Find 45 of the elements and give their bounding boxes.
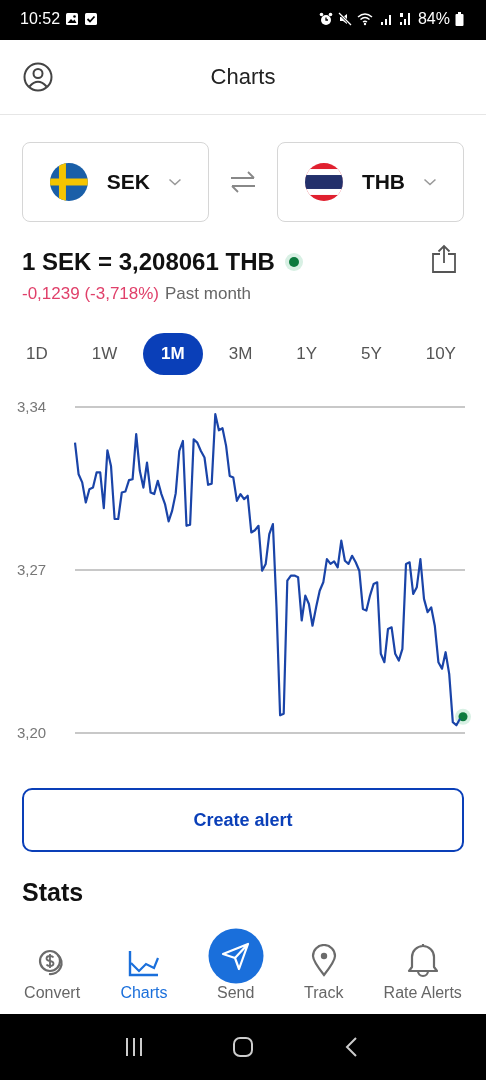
line-chart-icon [126, 948, 161, 978]
range-tab[interactable]: 3M [210, 333, 271, 375]
alarm-icon [318, 12, 333, 26]
signal-icon [398, 12, 413, 26]
range-tab[interactable]: 1Y [278, 333, 336, 375]
share-icon[interactable] [431, 244, 457, 274]
send-icon [207, 928, 264, 984]
section-heading: Stats [22, 878, 85, 907]
checkbox-icon [84, 12, 99, 26]
nav-tab[interactable]: Charts [118, 940, 170, 1002]
exchange-rate: 1 SEK = 3,208061 THB [22, 248, 275, 276]
chevron-down-icon [423, 177, 437, 187]
bell-icon [405, 942, 440, 978]
axis-tick-label: 3,20 [17, 724, 47, 741]
screen-title: Charts [209, 64, 277, 90]
signal-icon [379, 12, 394, 26]
nav-tab[interactable]: Track [301, 940, 346, 1002]
range-tab[interactable]: 10Y [407, 333, 474, 375]
image-icon [65, 12, 80, 26]
wifi-icon [356, 12, 375, 26]
axis-tick-label: 3,27 [17, 561, 47, 578]
create-alert-button[interactable]: Create alert [22, 788, 464, 852]
flag-icon [49, 162, 89, 202]
profile-icon[interactable] [23, 62, 53, 92]
currency-selector[interactable]: SEK [22, 142, 209, 222]
status-time: 10:52 [20, 10, 61, 28]
nav-tab[interactable]: Rate Alerts [381, 940, 464, 1002]
range-tab[interactable]: 5Y [342, 333, 400, 375]
swap-icon[interactable] [229, 170, 257, 194]
currency-selector[interactable]: THB [277, 142, 464, 222]
battery-percent: 84% [417, 10, 450, 28]
range-tab[interactable]: 1M [143, 333, 203, 375]
period-label: Past month [165, 284, 252, 304]
flag-icon [304, 162, 344, 202]
home-icon[interactable] [232, 1036, 254, 1058]
nav-tab[interactable]: Send [205, 928, 266, 1002]
rate-change: -0,1239 (-3,718%) [22, 284, 160, 304]
battery-icon [455, 12, 464, 26]
axis-tick-label: 3,34 [17, 398, 47, 415]
current-point-marker [455, 708, 471, 725]
mute-icon [337, 12, 352, 26]
range-tab[interactable]: 1W [73, 333, 136, 375]
nav-tab[interactable]: Convert [22, 940, 83, 1002]
range-tab[interactable]: 1D [8, 333, 66, 375]
chevron-down-icon [168, 177, 182, 187]
